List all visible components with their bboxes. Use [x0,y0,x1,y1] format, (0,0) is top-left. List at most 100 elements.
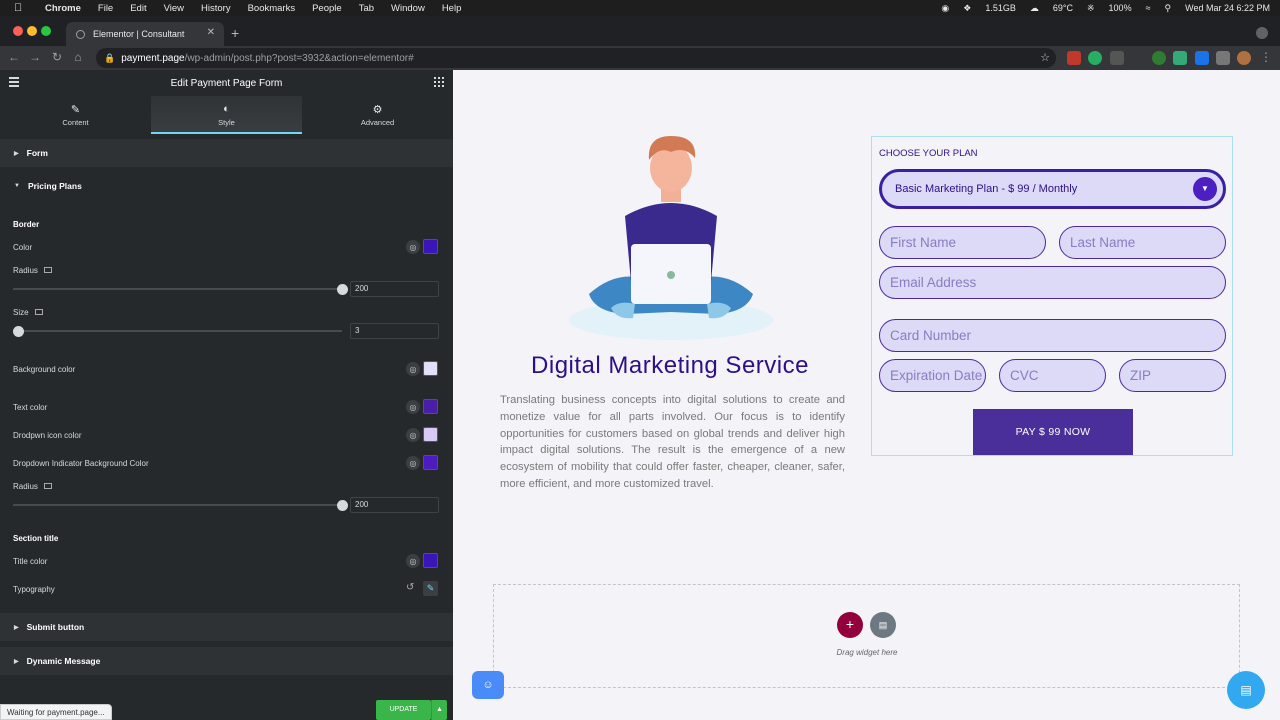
puzzle-icon[interactable] [1216,51,1230,65]
menu-tab[interactable]: Tab [359,3,374,14]
email-field[interactable]: Email Address [879,266,1226,299]
tab-style[interactable]: ◐ Style [151,96,302,134]
add-section-button[interactable]: + [837,612,863,638]
maximize-window-button[interactable] [41,26,51,36]
size-slider-handle[interactable] [13,326,24,337]
text-color-swatch[interactable] [423,399,438,414]
menu-help[interactable]: Help [442,3,462,14]
memory-readout[interactable]: 1.51GB [985,3,1016,13]
extension-icon[interactable] [1173,51,1187,65]
url-path: /wp-admin/post.php?post=3932&action=elem… [184,52,414,64]
card-number-field[interactable]: Card Number [879,319,1226,352]
contrast-icon: ◐ [223,103,230,115]
wifi-icon[interactable]: ≈ [1146,3,1151,13]
title-color-swatch[interactable] [423,553,438,568]
temp-readout[interactable]: 69°C [1053,3,1073,13]
radius2-slider-handle[interactable] [337,500,348,511]
dropdown-indicator-bg-swatch[interactable] [423,455,438,470]
menu-window[interactable]: Window [391,3,425,14]
back-button[interactable]: ← [6,50,22,64]
menu-history[interactable]: History [201,3,231,14]
last-name-field[interactable]: Last Name [1059,226,1226,259]
reload-button[interactable]: ↻ [49,50,65,64]
close-tab-icon[interactable]: ✕ [207,27,215,38]
section-submit-button[interactable]: ▶ Submit button [0,613,453,641]
cloud-icon[interactable]: ☁ [1030,3,1039,14]
section-form[interactable]: ▶ Form [0,139,453,167]
globe-icon[interactable]: ◎ [406,362,420,376]
size-input[interactable]: 3 [350,323,439,339]
chat-icon[interactable]: ▤ [1227,671,1265,709]
radius2-input[interactable]: 200 [350,497,439,513]
apple-icon[interactable]:  [14,2,28,14]
dropdown-icon-color-swatch[interactable] [423,427,438,442]
close-window-button[interactable] [13,26,23,36]
globe-icon[interactable]: ◎ [406,240,420,254]
first-name-field[interactable]: First Name [879,226,1046,259]
chrome-menu-icon[interactable]: ⋮ [1258,50,1274,64]
background-color-swatch[interactable] [423,361,438,376]
color-swatch[interactable] [423,239,438,254]
radius-slider-track[interactable] [13,288,342,290]
menu-edit[interactable]: Edit [130,3,146,14]
desktop-icon[interactable] [34,309,43,315]
menu-people[interactable]: People [312,3,342,14]
new-tab-button[interactable]: + [231,26,239,40]
plan-select[interactable]: Basic Marketing Plan - $ 99 / Monthly ▼ [879,169,1226,209]
update-button[interactable]: UPDATE [376,700,431,720]
section-dynamic-message-label: Dynamic Message [26,656,101,666]
globe-icon[interactable]: ◎ [406,554,420,568]
zip-field[interactable]: ZIP [1119,359,1226,392]
radius2-slider-track[interactable] [13,504,342,506]
tab-search-button[interactable] [1256,27,1268,39]
pay-button[interactable]: PAY $ 99 NOW [973,409,1133,455]
search-icon[interactable]: ⚲ [1165,3,1172,14]
cvc-field[interactable]: CVC [999,359,1106,392]
url-bar[interactable]: 🔒 payment.page /wp-admin/post.php?post=3… [96,48,1056,68]
globe-icon[interactable]: ◎ [406,400,420,414]
avatar[interactable] [1237,51,1251,65]
section-pricing-plans[interactable]: ▼ Pricing Plans [0,172,453,200]
lock-icon[interactable]: 🔒 [104,53,115,64]
expiration-date-field[interactable]: Expiration Date [879,359,986,392]
color-label: Color [13,243,33,252]
forward-button[interactable]: → [27,50,43,64]
battery-readout[interactable]: 100% [1109,3,1132,13]
menu-bookmarks[interactable]: Bookmarks [248,3,296,14]
tab-advanced[interactable]: ⚙ Advanced [302,96,453,134]
bookmark-star-icon[interactable]: ☆ [1040,51,1050,64]
bot-icon[interactable]: ☺ [472,671,504,699]
browser-tab[interactable]: Elementor | Consultant ✕ [66,22,224,46]
section-dynamic-message[interactable]: ▶ Dynamic Message [0,647,453,675]
reset-icon[interactable]: ↺ [406,582,414,593]
extension-icon[interactable] [1195,51,1209,65]
tab-content[interactable]: ✎ Content [0,96,151,134]
chevron-down-icon[interactable]: ▼ [1193,177,1217,201]
record-icon[interactable]: ◉ [941,3,949,14]
radius-slider-handle[interactable] [337,284,348,295]
extension-icon[interactable] [1067,51,1081,65]
size-slider-track[interactable] [13,330,342,332]
edit-typography-button[interactable]: ✎ [423,581,438,596]
desktop-icon[interactable] [43,483,52,489]
extension-icon[interactable] [1110,51,1124,65]
menu-app-name[interactable]: Chrome [45,3,81,14]
menu-file[interactable]: File [98,3,113,14]
radius-input[interactable]: 200 [350,281,439,297]
update-options-button[interactable]: ▲ [431,700,447,720]
home-button[interactable]: ⌂ [70,50,86,64]
globe-icon[interactable]: ◎ [406,456,420,470]
minimize-window-button[interactable] [27,26,37,36]
globe-icon[interactable]: ◎ [406,428,420,442]
hamburger-menu-icon[interactable] [9,77,19,89]
extension-icon[interactable] [1088,51,1102,65]
add-section-dropzone[interactable]: + ▤ Drag widget here [493,584,1240,688]
bluetooth-icon[interactable]: ※ [1087,3,1095,14]
desktop-icon[interactable] [43,267,52,273]
template-library-button[interactable]: ▤ [870,612,896,638]
dropbox-icon[interactable]: ❖ [963,3,971,14]
datetime[interactable]: Wed Mar 24 6:22 PM [1185,3,1270,13]
extension-icon[interactable] [1152,51,1166,65]
menu-view[interactable]: View [164,3,184,14]
widgets-grid-icon[interactable] [434,77,444,87]
